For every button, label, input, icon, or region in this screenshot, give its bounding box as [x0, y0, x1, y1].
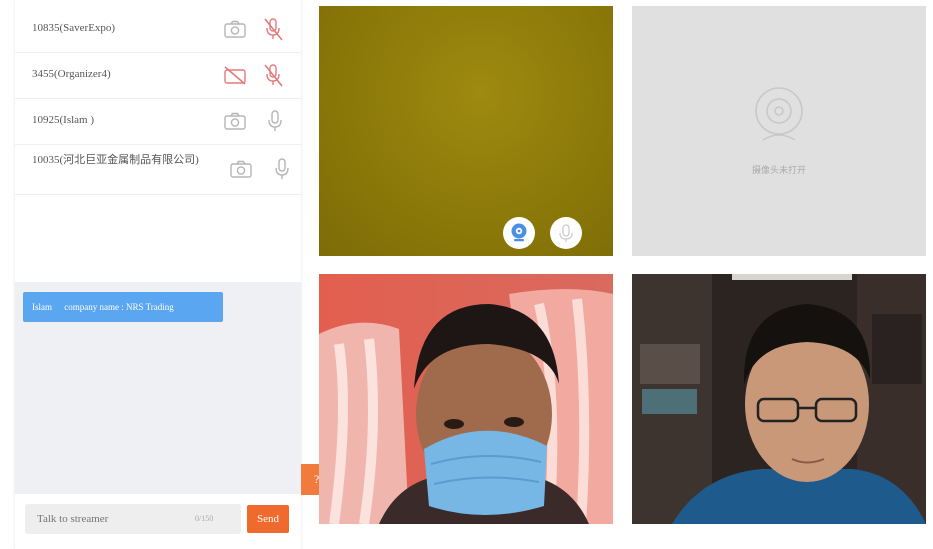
participant-name: 10835(SaverExpo) — [32, 22, 116, 34]
camera-off-text: 摄像头未打开 — [751, 165, 806, 175]
camera-icon[interactable] — [223, 19, 247, 39]
camera-toggle-button[interactable] — [503, 217, 535, 249]
microphone-muted-icon[interactable] — [262, 16, 284, 42]
camera-off-icon[interactable] — [223, 65, 247, 85]
camera-icon[interactable] — [229, 159, 253, 179]
chat-area: Islam company name : NRS Trading — [15, 282, 301, 494]
chat-message: Islam company name : NRS Trading — [23, 292, 223, 322]
participant-name: 10925(Islam ) — [32, 114, 95, 126]
video-tile-camera-off: 摄像头未打开 — [632, 6, 926, 256]
participant-row: 10925(Islam ) — [15, 98, 301, 145]
video-tile — [632, 274, 926, 524]
participant-row: 3455(Organizer4) — [15, 52, 301, 99]
microphone-icon[interactable] — [271, 156, 293, 182]
send-button[interactable]: Send — [247, 505, 289, 533]
chat-input-bar: 0/150 Send — [15, 494, 301, 549]
chat-message-text: company name : NRS Trading — [64, 302, 174, 312]
participant-row: 10035(河北巨亚金属制品有限公司) — [15, 144, 301, 195]
participant-name: 10035(河北巨亚金属制品有限公司) — [32, 154, 199, 166]
video-tile — [319, 274, 613, 524]
microphone-toggle-button[interactable] — [550, 217, 582, 249]
left-panel: 10835(SaverExpo) 3455(Organizer4) 10925(… — [15, 0, 301, 549]
camera-icon — [511, 223, 527, 242]
webcam-icon — [755, 87, 803, 141]
chat-message-user: Islam — [32, 302, 52, 312]
video-feed — [319, 274, 613, 524]
microphone-icon — [559, 224, 573, 242]
microphone-icon[interactable] — [264, 108, 286, 134]
video-tile — [319, 6, 613, 256]
char-count: 0/150 — [195, 514, 214, 523]
participant-name: 3455(Organizer4) — [32, 68, 111, 80]
participant-list: 10835(SaverExpo) 3455(Organizer4) 10925(… — [15, 6, 301, 281]
participant-row: 10835(SaverExpo) — [15, 6, 301, 53]
microphone-muted-icon[interactable] — [262, 62, 284, 88]
video-feed — [632, 274, 926, 524]
camera-icon[interactable] — [223, 111, 247, 131]
